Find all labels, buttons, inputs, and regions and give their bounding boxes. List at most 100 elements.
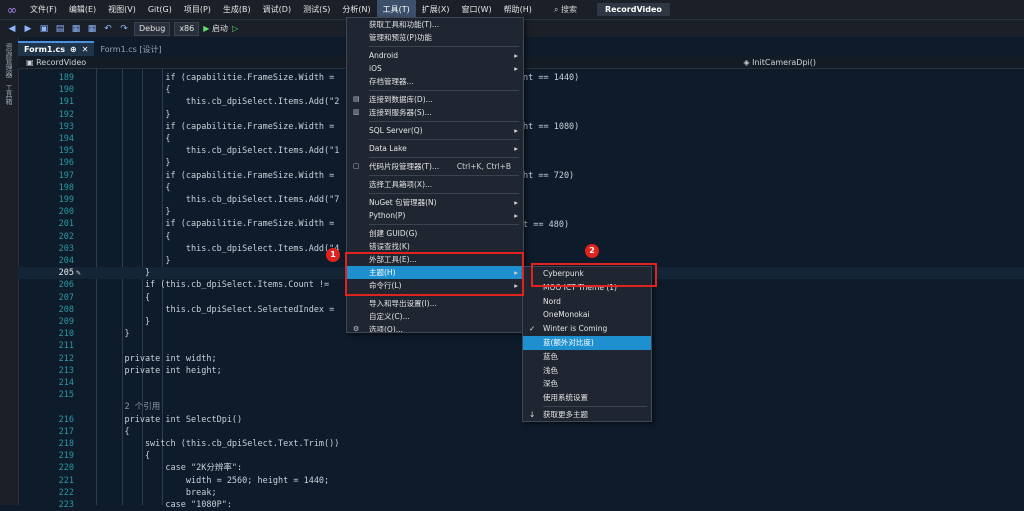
undo-icon[interactable]: ↶ bbox=[102, 24, 114, 34]
menu-item-label: 错误查找(K) bbox=[369, 242, 410, 251]
back-icon[interactable]: ◀ bbox=[6, 24, 18, 34]
tools-menu-item[interactable]: ▢ 代码片段管理器(T)... Ctrl+K, Ctrl+B bbox=[347, 160, 523, 173]
menu-separator bbox=[369, 157, 519, 158]
tab-label: Form1.cs [设计] bbox=[100, 45, 162, 54]
tab-form1-designer[interactable]: Form1.cs [设计] bbox=[94, 43, 167, 56]
code-line: 222 break; bbox=[18, 487, 1024, 499]
code-text: } bbox=[104, 207, 171, 218]
forward-icon[interactable]: ▶ bbox=[22, 24, 34, 34]
line-number: 202 bbox=[58, 231, 74, 242]
new-project-icon[interactable]: ▣ bbox=[38, 24, 50, 34]
tools-menu-item[interactable]: NuGet 包管理器(N) ▸ bbox=[347, 196, 523, 209]
tools-menu-item[interactable]: iOS ▸ bbox=[347, 62, 523, 75]
theme-menu-item[interactable]: 蓝色 bbox=[523, 350, 651, 364]
code-text: } bbox=[104, 109, 171, 120]
submenu-arrow-icon: ▸ bbox=[514, 198, 518, 207]
member-selector-label: InitCameraDpi() bbox=[752, 58, 816, 67]
member-selector[interactable]: ◈ InitCameraDpi() bbox=[743, 58, 816, 67]
code-line: 216 private int SelectDpi() bbox=[18, 414, 1024, 426]
menu-item[interactable]: Git(G) bbox=[142, 0, 178, 19]
menu-separator bbox=[369, 90, 519, 91]
solution-explorer-tab[interactable]: 资源管理器 bbox=[4, 43, 14, 78]
quick-action-icon[interactable]: ✎ bbox=[76, 267, 81, 279]
code-fragment-text: t == 480) bbox=[523, 220, 570, 230]
code-text: { bbox=[104, 451, 151, 462]
line-number: 219 bbox=[58, 451, 74, 462]
open-folder-icon[interactable]: ▤ bbox=[54, 24, 66, 34]
tools-menu-item[interactable]: 自定义(C)... bbox=[347, 310, 523, 323]
theme-menu-item[interactable]: 深色 bbox=[523, 377, 651, 391]
class-selector[interactable]: ▣ RecordVideo bbox=[26, 58, 86, 67]
line-number: 214 bbox=[58, 378, 74, 388]
tools-menu-item[interactable]: 存档管理器... bbox=[347, 75, 523, 88]
menu-item[interactable]: 文件(F) bbox=[24, 0, 63, 19]
code-line: 213 private int height; bbox=[18, 365, 1024, 377]
menu-item-label: Winter is Coming bbox=[543, 324, 608, 334]
save-icon[interactable]: ▦ bbox=[70, 24, 82, 34]
menu-item-label: Android bbox=[369, 51, 398, 60]
platform-select[interactable]: x86 bbox=[174, 21, 200, 36]
code-line: 215 bbox=[18, 389, 1024, 401]
menu-item[interactable]: 调试(D) bbox=[257, 0, 297, 19]
theme-menu-item[interactable]: 蓝(额外对比度) bbox=[523, 335, 651, 350]
menu-item[interactable]: 项目(P) bbox=[178, 0, 217, 19]
toolbox-tab[interactable]: 工具箱 bbox=[4, 84, 14, 105]
tools-menu-item[interactable]: ▤ 连接到数据库(D)... bbox=[347, 93, 523, 106]
menu-item[interactable]: 编辑(E) bbox=[63, 0, 102, 19]
tools-menu-item[interactable]: 创建 GUID(G) bbox=[347, 227, 523, 240]
code-text: } bbox=[104, 268, 151, 279]
tab-form1-cs[interactable]: Form1.cs ⊕ ✕ bbox=[18, 41, 95, 56]
close-icon[interactable]: ✕ bbox=[82, 45, 89, 54]
menu-item-label: 使用系统设置 bbox=[543, 393, 588, 403]
tools-menu-item[interactable]: 管理和预览(P)功能 bbox=[347, 31, 523, 44]
search-box[interactable]: ⌕ 搜索 bbox=[548, 4, 583, 15]
config-select[interactable]: Debug bbox=[134, 21, 171, 36]
menu-item-label: 自定义(C)... bbox=[369, 312, 410, 321]
line-number: 200 bbox=[58, 207, 74, 218]
tools-menu-item[interactable]: 导入和导出设置(I)... bbox=[347, 297, 523, 310]
shortcut-label: Ctrl+K, Ctrl+B bbox=[456, 162, 511, 171]
line-number: 221 bbox=[58, 475, 74, 486]
line-number: 199 bbox=[58, 195, 74, 205]
tools-menu-item[interactable]: 获取工具和功能(T)... bbox=[347, 18, 523, 31]
theme-menu-item[interactable]: ↓ 获取更多主题 bbox=[523, 408, 651, 422]
theme-submenu: Cyberpunk MOO ICT Theme (1) Nord OneMonokai… bbox=[522, 266, 652, 422]
tools-menu-item[interactable]: Android ▸ bbox=[347, 49, 523, 62]
theme-menu-item[interactable]: 浅色 bbox=[523, 364, 651, 378]
code-text: this.cb_dpiSelect.Items.Add("1 bbox=[104, 146, 340, 157]
menu-item[interactable]: 视图(V) bbox=[102, 0, 142, 19]
tools-menu-item[interactable]: ⚙ 选项(O)... bbox=[347, 323, 523, 332]
code-text: this.cb_dpiSelect.Items.Add("4 bbox=[104, 243, 340, 254]
code-line: 211 bbox=[18, 340, 1024, 352]
tools-menu-item[interactable]: Python(P) ▸ bbox=[347, 209, 523, 222]
theme-menu-item[interactable]: ✓ Winter is Coming bbox=[523, 322, 651, 336]
annotation-badge-1: 1 bbox=[326, 248, 340, 262]
code-text: } bbox=[104, 329, 130, 340]
tools-menu-item[interactable]: ▥ 连接到服务器(S)... bbox=[347, 106, 523, 119]
menu-item[interactable]: 测试(S) bbox=[297, 0, 336, 19]
annotation-box-1 bbox=[345, 252, 524, 296]
redo-icon[interactable]: ↷ bbox=[118, 24, 130, 34]
menu-item-label: 代码片段管理器(T)... bbox=[369, 162, 440, 171]
theme-menu-item[interactable]: Nord bbox=[523, 295, 651, 309]
theme-menu-item[interactable]: OneMonokai bbox=[523, 308, 651, 322]
code-fragment-text: nt == 1440) bbox=[523, 73, 580, 83]
start-button[interactable]: ▶ 启动 bbox=[203, 23, 228, 34]
menu-item-label: OneMonokai bbox=[543, 310, 590, 320]
code-text: { bbox=[104, 426, 130, 437]
tools-menu-item[interactable]: SQL Server(Q) ▸ bbox=[347, 124, 523, 137]
pin-icon[interactable]: ⊕ bbox=[70, 45, 77, 54]
checkmark-icon: ✓ bbox=[529, 324, 536, 334]
code-text: } bbox=[104, 256, 171, 266]
menu-separator bbox=[369, 175, 519, 176]
tools-menu-item[interactable]: 选择工具箱项(X)... bbox=[347, 178, 523, 191]
code-line: 223 case "1080P": bbox=[18, 499, 1024, 511]
save-all-icon[interactable]: ▦ bbox=[86, 24, 98, 34]
line-number: 190 bbox=[58, 85, 74, 96]
start-without-debug-icon[interactable]: ▷ bbox=[232, 24, 238, 33]
menu-item[interactable]: 生成(B) bbox=[217, 0, 257, 19]
menu-item-label: Data Lake bbox=[369, 144, 407, 153]
theme-menu-item[interactable]: 使用系统设置 bbox=[523, 391, 651, 405]
code-text: this.cb_dpiSelect.SelectedIndex = bbox=[104, 304, 335, 315]
tools-menu-item[interactable]: Data Lake ▸ bbox=[347, 142, 523, 155]
